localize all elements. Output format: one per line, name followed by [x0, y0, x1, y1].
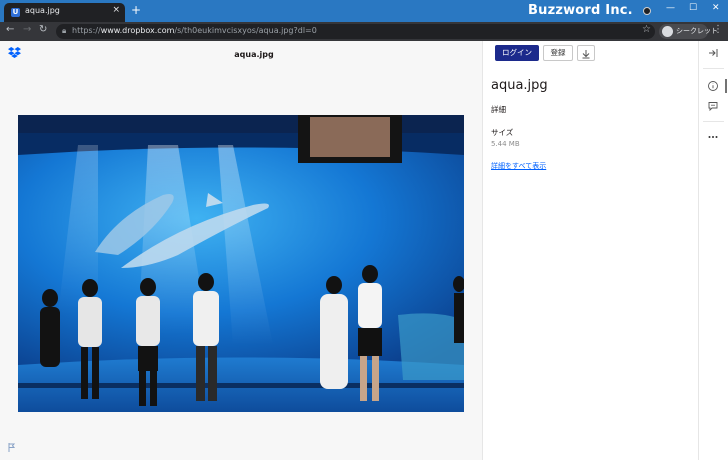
browser-toolbar: ← → ↻ 🔒︎ https://www.dropbox.com/s/th0eu…	[0, 22, 728, 41]
collapse-panel-icon[interactable]	[707, 47, 719, 59]
more-icon[interactable]	[707, 131, 719, 143]
file-name-header: aqua.jpg	[234, 50, 274, 59]
address-bar[interactable]: 🔒︎ https://www.dropbox.com/s/th0eukimvci…	[56, 24, 655, 39]
forward-arrow-icon[interactable]: →	[23, 24, 31, 35]
tab-title: aqua.jpg	[25, 6, 60, 15]
rail-active-indicator	[725, 79, 727, 93]
size-value: 5.44 MB	[491, 140, 520, 148]
comment-icon[interactable]	[707, 100, 719, 112]
close-window-button[interactable]: ✕	[712, 3, 720, 13]
download-button[interactable]	[577, 45, 595, 61]
size-label: サイズ	[491, 128, 514, 137]
details-heading: 詳細	[491, 105, 506, 114]
browser-tab[interactable]: U aqua.jpg ×	[4, 3, 125, 22]
info-icon[interactable]	[707, 80, 719, 92]
incognito-indicator-icon	[643, 7, 651, 15]
file-preview-area: aqua.jpg	[0, 41, 483, 460]
minimize-button[interactable]: —	[666, 3, 675, 13]
show-all-details-link[interactable]: 詳細をすべて表示	[491, 161, 546, 171]
new-tab-button[interactable]: +	[131, 3, 141, 17]
flag-icon[interactable]	[8, 443, 16, 452]
dropbox-favicon-icon: U	[11, 8, 20, 17]
tab-close-icon[interactable]: ×	[112, 5, 120, 15]
rail-divider	[703, 121, 724, 122]
reload-icon[interactable]: ↻	[39, 24, 47, 35]
browser-titlebar: U aqua.jpg × + Buzzword Inc. — ☐ ✕	[0, 0, 728, 22]
incognito-badge[interactable]: シークレット	[659, 24, 718, 39]
download-icon	[582, 50, 590, 59]
lock-icon: 🔒︎	[62, 26, 67, 35]
rail-divider	[703, 68, 724, 69]
url-text: https://www.dropbox.com/s/th0eukimvcisxy…	[72, 26, 317, 35]
file-info-sidebar: ログイン 登録 aqua.jpg 詳細 サイズ 5.44 MB 詳細をすべて表示	[483, 41, 699, 460]
back-arrow-icon[interactable]: ←	[6, 24, 14, 35]
file-title: aqua.jpg	[491, 78, 548, 93]
bookmark-star-icon[interactable]: ☆	[642, 24, 651, 35]
right-rail	[699, 41, 728, 460]
photo-graphic	[18, 115, 464, 412]
signup-button[interactable]: 登録	[543, 45, 573, 61]
maximize-button[interactable]: ☐	[689, 3, 697, 13]
incognito-label: シークレット	[676, 27, 718, 35]
browser-menu-icon[interactable]: ⋮	[713, 24, 723, 35]
watermark-text: Buzzword Inc.	[528, 3, 633, 18]
incognito-icon	[662, 26, 673, 37]
aquarium-photo[interactable]	[18, 115, 464, 412]
login-button[interactable]: ログイン	[495, 45, 539, 61]
